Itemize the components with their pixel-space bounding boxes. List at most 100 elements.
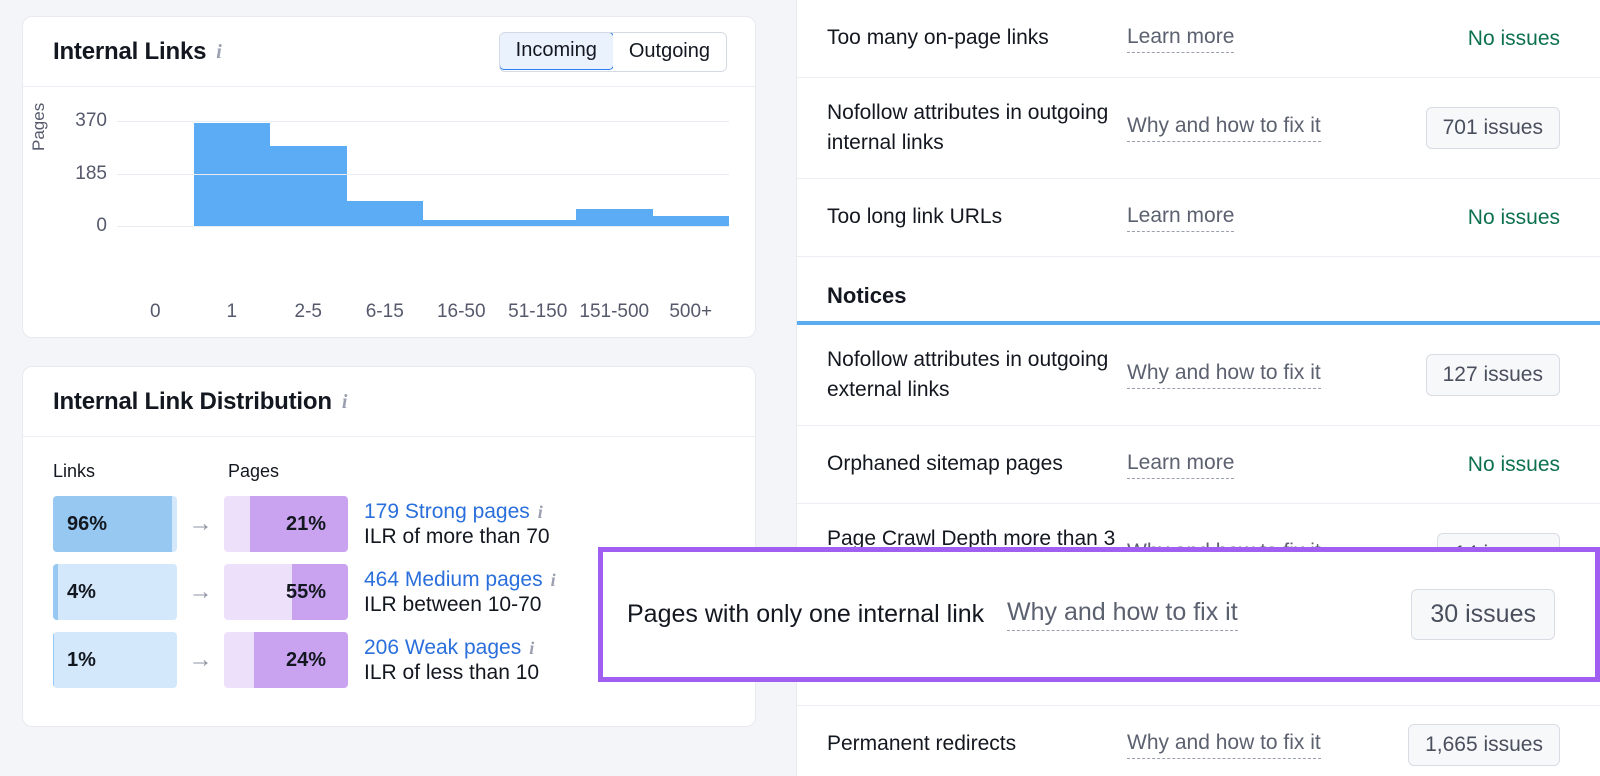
issue-help-link[interactable]: Learn more bbox=[1127, 451, 1235, 479]
issue-row[interactable]: Orphaned sitemap pages Learn more No issue… bbox=[797, 426, 1600, 504]
chart-x-tick: 51-150 bbox=[508, 301, 568, 322]
issue-name: Nofollow attributes in outgoing internal… bbox=[827, 100, 1109, 154]
info-icon[interactable]: i bbox=[216, 42, 222, 62]
info-icon[interactable]: i bbox=[342, 392, 348, 412]
issue-help-link[interactable]: Learn more bbox=[1127, 204, 1235, 232]
issue-status: 1,665 issues bbox=[1408, 723, 1560, 766]
distribution-header: Internal Link Distribution i bbox=[23, 367, 755, 437]
arrow-icon: → bbox=[188, 646, 213, 673]
issue-count-badge[interactable]: 1,665 issues bbox=[1408, 723, 1560, 766]
highlighted-issue-row[interactable]: Pages with only one internal link Why an… bbox=[598, 547, 1600, 682]
issue-row[interactable]: Nofollow attributes in outgoing internal… bbox=[797, 78, 1600, 179]
info-icon[interactable]: i bbox=[529, 639, 534, 657]
chart-bars-region bbox=[117, 113, 729, 227]
pages-meter: 55% bbox=[224, 564, 348, 620]
issue-help-link[interactable]: Why and how to fix it bbox=[1127, 361, 1321, 389]
distribution-link-row: 464 Medium pages i bbox=[364, 568, 556, 592]
chart-gridline bbox=[117, 173, 729, 175]
issue-help-link[interactable]: Why and how to fix it bbox=[1127, 114, 1321, 142]
column-header-links: Links bbox=[53, 461, 96, 481]
chart-bar-slot bbox=[576, 113, 653, 226]
highlighted-issue-status: 30 issues bbox=[1375, 589, 1555, 640]
chart-bar-slot bbox=[193, 113, 270, 226]
chart-x-tick: 1 bbox=[226, 301, 238, 322]
issue-row[interactable]: Permanent redirects Why and how to fix it… bbox=[797, 706, 1600, 776]
issue-help-link[interactable]: Why and how to fix it bbox=[1127, 731, 1321, 759]
issue-name: Permanent redirects bbox=[827, 732, 1017, 756]
incoming-outgoing-toggle[interactable]: Incoming Outgoing bbox=[498, 31, 727, 72]
column-header-pages: Pages bbox=[228, 461, 280, 481]
chart-bar-slot bbox=[117, 113, 194, 226]
issue-help-link[interactable]: Learn more bbox=[1127, 25, 1235, 53]
pages-category-link[interactable]: 206 Weak pages bbox=[364, 636, 521, 660]
issue-row[interactable]: Too many on-page links Learn more No issue… bbox=[797, 0, 1600, 78]
chart-x-tick: 151-500 bbox=[579, 301, 650, 322]
highlighted-issue-name: Pages with only one internal link bbox=[627, 600, 985, 629]
chart-bar[interactable] bbox=[576, 209, 653, 226]
pages-meter-value: 55% bbox=[285, 580, 326, 603]
chart-bar[interactable] bbox=[346, 201, 423, 226]
issue-link-cell: Learn more bbox=[1127, 204, 1410, 232]
chart-bar[interactable] bbox=[270, 145, 347, 226]
tab-incoming[interactable]: Incoming bbox=[499, 32, 614, 70]
chart-x-tick: 500+ bbox=[669, 301, 713, 322]
distribution-link-row: 179 Strong pages i bbox=[364, 500, 550, 524]
internal-links-header: Internal Links i Incoming Outgoing bbox=[23, 17, 755, 87]
links-meter: 4% bbox=[53, 564, 177, 620]
chart-y-tick: 370 bbox=[75, 110, 107, 132]
distribution-row: 96% → 21% 179 Strong pages i ILR of more than… bbox=[53, 496, 729, 552]
chart-x-tick: 0 bbox=[149, 301, 161, 322]
links-meter-value: 96% bbox=[67, 512, 108, 535]
chart-y-tick: 0 bbox=[96, 215, 107, 236]
issue-row[interactable]: Too long link URLs Learn more No issues bbox=[797, 179, 1600, 257]
links-meter-value: 4% bbox=[67, 580, 96, 603]
distribution-link-row: 206 Weak pages i bbox=[364, 636, 539, 660]
page-title: Internal Links bbox=[53, 37, 207, 65]
links-meter: 96% bbox=[53, 496, 177, 552]
arrow-icon: → bbox=[188, 510, 213, 537]
pages-category-link[interactable]: 464 Medium pages bbox=[364, 568, 543, 592]
issue-count-badge[interactable]: 127 issues bbox=[1425, 354, 1560, 396]
chart-x-tick: 16-50 bbox=[436, 301, 486, 322]
why-and-how-to-fix-it-link[interactable]: Why and how to fix it bbox=[1007, 598, 1238, 631]
internal-links-title-group: Internal Links i bbox=[53, 38, 222, 66]
issue-link-cell: Why and how to fix it bbox=[1127, 361, 1410, 389]
issue-count-badge[interactable]: 30 issues bbox=[1411, 589, 1555, 640]
internal-links-chart: Pages 0 185 370 0 1 2-5 6-15 16-50 51-150 151-50… bbox=[23, 87, 755, 337]
chart-bar-slot bbox=[346, 113, 423, 226]
internal-links-card: Internal Links i Incoming Outgoing Pages… bbox=[22, 16, 756, 338]
issue-row[interactable]: Nofollow attributes in outgoing external… bbox=[797, 325, 1600, 426]
info-icon[interactable]: i bbox=[538, 503, 543, 521]
distribution-title-group: Internal Link Distribution i bbox=[53, 388, 347, 416]
chart-x-tick: 6-15 bbox=[365, 301, 404, 322]
issue-count-badge[interactable]: 701 issues bbox=[1425, 107, 1560, 149]
issue-link-cell: Learn more bbox=[1127, 451, 1410, 479]
ilr-description: ILR between 10-70 bbox=[364, 592, 542, 616]
info-icon[interactable]: i bbox=[551, 571, 556, 589]
chart-x-tick: 2-5 bbox=[294, 301, 322, 322]
pages-category-link[interactable]: 179 Strong pages bbox=[364, 500, 530, 524]
chart-bar[interactable] bbox=[652, 215, 729, 226]
distribution-column-headers: Links Pages bbox=[53, 461, 729, 482]
dashboard-page: Internal Links i Incoming Outgoing Pages… bbox=[0, 0, 1600, 776]
chart-y-axis-title: Pages bbox=[29, 102, 48, 151]
arrow-icon: → bbox=[188, 578, 213, 605]
issues-list-top: Too many on-page links Learn more No issue… bbox=[797, 0, 1600, 257]
issue-link-cell: Why and how to fix it bbox=[1127, 114, 1410, 142]
chart-x-ticks: 0 1 2-5 6-15 16-50 51-150 151-500 500+ bbox=[117, 301, 729, 323]
issue-name: Nofollow attributes in outgoing external… bbox=[827, 347, 1109, 401]
issue-name: Too many on-page links bbox=[827, 26, 1049, 50]
issue-status: 127 issues bbox=[1410, 354, 1560, 396]
issue-link-cell: Why and how to fix it bbox=[1127, 731, 1408, 759]
chart-bar-slot bbox=[270, 113, 347, 226]
issue-name: Too long link URLs bbox=[827, 205, 1003, 229]
ilr-description: ILR of less than 10 bbox=[364, 660, 540, 684]
distribution-text: 179 Strong pages i ILR of more than 70 bbox=[348, 500, 550, 549]
chart-y-tick: 185 bbox=[75, 162, 107, 184]
issue-status: No issues bbox=[1410, 206, 1560, 230]
distribution-text: 206 Weak pages i ILR of less than 10 bbox=[348, 636, 539, 685]
no-issues-label: No issues bbox=[1467, 452, 1560, 476]
tab-outgoing[interactable]: Outgoing bbox=[612, 32, 726, 71]
pages-meter-value: 24% bbox=[285, 648, 326, 671]
column-header-spacer bbox=[177, 461, 224, 482]
